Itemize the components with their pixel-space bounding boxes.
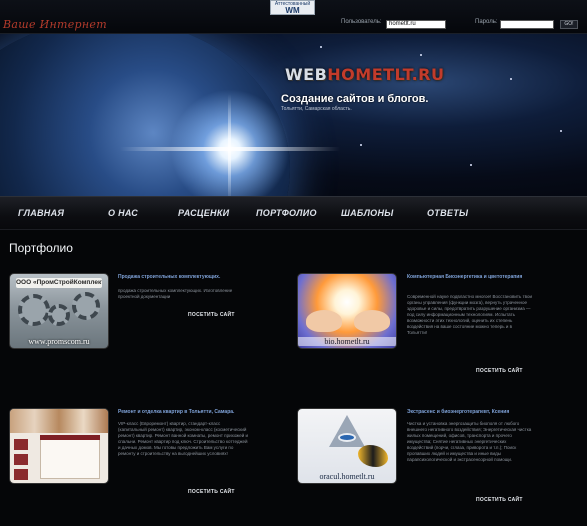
card-title[interactable]: Ремонт и отделка квартир в Тольятти, Сам… (118, 409, 283, 415)
password-field[interactable] (500, 20, 554, 29)
card-title[interactable]: Компьютерная Биоэнергетика и цветотерапи… (407, 274, 527, 280)
eye-icon (338, 433, 356, 442)
portfolio-image-oracul[interactable]: oracul.hometlt.ru (297, 408, 397, 484)
card-title[interactable]: Продажа строительных комплектующих. (118, 274, 278, 280)
card-title[interactable]: Экстрасенс и биоэнерготерапевт, Ксения (407, 409, 557, 415)
user-label: Пользователь: (341, 19, 382, 25)
brand-prefix: WEB (285, 65, 328, 84)
hand-image (354, 310, 390, 332)
webmoney-badge[interactable]: Аттестованный WM (270, 0, 315, 15)
hand-image (306, 310, 342, 332)
portfolio-image-renovation[interactable] (9, 408, 109, 484)
hero-title: Создание сайтов и блогов. (281, 93, 429, 105)
nav-item-home[interactable]: ГЛАВНАЯ (18, 208, 64, 218)
gear-icon (18, 294, 50, 326)
visit-site-link[interactable]: ПОСЕТИТЬ САЙТ (188, 489, 235, 495)
image-url-text: bio.hometlt.ru (298, 337, 396, 346)
star (360, 144, 362, 146)
username-field[interactable]: hometlt.ru (386, 20, 446, 29)
nav-item-templates[interactable]: ШАБЛОНЫ (341, 208, 394, 218)
image-tile (14, 454, 28, 465)
portfolio-image-bio[interactable]: bio.hometlt.ru (297, 273, 397, 349)
star (320, 46, 322, 48)
image-url-text: oracul.hometlt.ru (319, 472, 375, 481)
brand-logo[interactable]: WEBHOMETLT.RU (285, 65, 444, 84)
card-description: VIP-класс (Евроремонт) квартир, стандарт… (118, 421, 249, 456)
star (560, 130, 562, 132)
portfolio-image-promscom[interactable]: ООО «ПромСтройКомплект» www.promscom.ru (9, 273, 109, 349)
gear-icon (72, 292, 100, 320)
image-plate: ООО «ПромСтройКомплект» (16, 278, 102, 288)
image-page-preview (40, 435, 100, 479)
star (470, 164, 472, 166)
card-description: Современной науке подвластно многое! Вос… (407, 294, 532, 335)
login-button[interactable]: GO! (560, 20, 578, 29)
hero-banner: WEBHOMETLT.RU Создание сайтов и блогов. … (0, 34, 587, 196)
image-tile (14, 439, 28, 450)
pyramid-icon (329, 415, 365, 447)
star (420, 54, 422, 56)
brand-main: HOMETLT.RU (327, 65, 445, 84)
nav-item-prices[interactable]: РАСЦЕНКИ (178, 208, 229, 218)
main-navigation: ГЛАВНАЯ О НАС РАСЦЕНКИ ПОРТФОЛИО ШАБЛОНЫ… (0, 196, 587, 230)
visit-site-link[interactable]: ПОСЕТИТЬ САЙТ (476, 497, 523, 503)
sun-flare-ray (228, 94, 231, 196)
visit-site-link[interactable]: ПОСЕТИТЬ САЙТ (188, 312, 235, 318)
nav-item-portfolio[interactable]: ПОРТФОЛИО (256, 208, 317, 218)
hero-subtitle: Тольятти, Самарская область. (281, 106, 352, 112)
image-tile (14, 469, 28, 480)
visit-site-link[interactable]: ПОСЕТИТЬ САЙТ (476, 368, 523, 374)
gear-icon (48, 304, 70, 326)
star (510, 78, 512, 80)
page-title: Портфолио (9, 241, 73, 255)
butterfly-icon (358, 445, 388, 467)
badge-wm-logo: WM (285, 6, 300, 15)
top-bar: Аттестованный WM Ваше Интернет Пользоват… (0, 0, 587, 34)
image-photo-strip (10, 409, 108, 433)
nav-item-about[interactable]: О НАС (108, 208, 138, 218)
nav-item-answers[interactable]: ОТВЕТЫ (427, 208, 468, 218)
image-url-text: www.promscom.ru (28, 337, 90, 346)
site-logo-small[interactable]: Ваше Интернет (3, 18, 107, 31)
image-page-header (40, 435, 100, 440)
logo-small-text: Ваше Интернет (3, 18, 107, 31)
password-label: Пароль: (475, 19, 498, 25)
card-description: Чистка и установка энергозащиты биополя … (407, 421, 532, 462)
card-description: продажа строительных комплектующих. Изго… (118, 288, 233, 299)
